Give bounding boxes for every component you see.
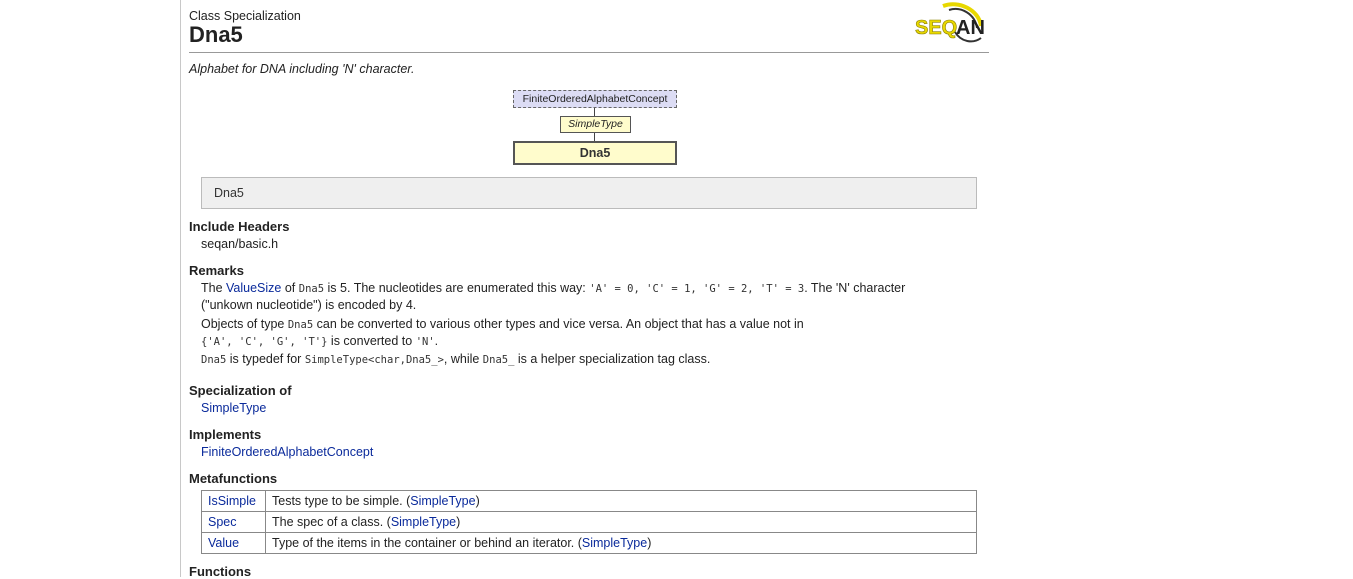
metafunction-name-cell: Value <box>201 532 266 554</box>
metafunctions-heading: Metafunctions <box>189 471 278 486</box>
inline-code: 'A' = 0, 'C' = 1, 'G' = 2, 'T' = 3 <box>589 283 805 295</box>
entity-kind: Class Specialization <box>189 9 301 23</box>
remarks-text: The <box>201 281 227 295</box>
remarks-text: ("unkown nucleotide") is encoded by 4. <box>201 298 417 312</box>
remarks-text: , while <box>443 352 483 366</box>
remarks-text: is 5. The nucleotides are enumerated thi… <box>324 281 590 295</box>
diagram-connector <box>594 108 595 116</box>
remarks-text: of <box>281 281 299 295</box>
metafunction-desc-end: ) <box>475 494 480 508</box>
metafunction-link-spec[interactable]: Spec <box>208 515 237 529</box>
concept-link[interactable]: FiniteOrderedAlphabetConcept <box>201 445 373 459</box>
diagram-self-box: Dna5 <box>513 141 677 165</box>
metafunction-link-value[interactable]: Value <box>208 536 239 550</box>
metafunction-name-cell: Spec <box>201 511 266 533</box>
simpletype-link[interactable]: SimpleType <box>201 401 266 415</box>
simpletype-link[interactable]: SimpleType <box>582 536 647 550</box>
table-row: IsSimple Tests type to be simple. (Simpl… <box>201 490 977 512</box>
table-row: Spec The spec of a class. (SimpleType) <box>201 511 977 533</box>
include-value: seqan/basic.h <box>201 237 279 251</box>
metafunction-name-cell: IsSimple <box>201 490 266 512</box>
simpletype-link[interactable]: SimpleType <box>391 515 456 529</box>
inline-code: 'N' <box>415 336 435 348</box>
metafunction-desc: Type of the items in the container or be… <box>272 536 582 550</box>
summary-text: Alphabet for DNA including 'N' character… <box>189 62 415 76</box>
remarks-text: can be converted to various other types … <box>313 317 804 331</box>
page-title: Dna5 <box>189 22 243 47</box>
metafunction-desc-end: ) <box>647 536 652 550</box>
page-header: Class Specialization Dna5 SEQ AN <box>189 0 989 53</box>
seqan-logo-mark: SEQ <box>915 17 957 39</box>
inheritance-diagram: FiniteOrderedAlphabetConcept SimpleType … <box>189 90 989 166</box>
metafunction-desc: The spec of a class. ( <box>272 515 391 529</box>
seqan-logo-mark-an: AN <box>956 17 985 39</box>
remarks-paragraph-1: The ValueSize of Dna5 is 5. The nucleoti… <box>201 280 981 313</box>
diagram-connector <box>594 133 595 141</box>
remarks-text: is a helper specialization tag class. <box>514 352 711 366</box>
remarks-text: is converted to <box>327 334 416 348</box>
diagram-parent-box[interactable]: SimpleType <box>560 116 631 133</box>
seqan-logo[interactable]: SEQ AN <box>915 2 987 46</box>
specialization-value: SimpleType <box>201 400 981 416</box>
remarks-heading: Remarks <box>189 263 244 278</box>
inline-code: Dna5 <box>287 319 314 331</box>
valuesize-link[interactable]: ValueSize <box>226 281 281 295</box>
metafunctions-table: IsSimple Tests type to be simple. (Simpl… <box>201 490 977 554</box>
metafunction-desc-end: ) <box>456 515 461 529</box>
remarks-paragraph-2: Objects of type Dna5 can be converted to… <box>201 316 981 350</box>
simpletype-link[interactable]: SimpleType <box>410 494 475 508</box>
metafunction-desc-cell: The spec of a class. (SimpleType) <box>265 511 977 533</box>
diagram-concept-box[interactable]: FiniteOrderedAlphabetConcept <box>513 90 677 108</box>
metafunction-desc: Tests type to be simple. ( <box>272 494 411 508</box>
inline-code: Dna5 <box>298 283 325 295</box>
page-content: Class Specialization Dna5 SEQ AN Alphabe… <box>189 0 989 579</box>
remarks-text: . The 'N' character <box>804 281 906 295</box>
table-row: Value Type of the items in the container… <box>201 532 977 554</box>
inline-code: {'A', 'C', 'G', 'T'} <box>201 336 328 348</box>
inline-code: Dna5 <box>201 354 227 366</box>
remarks-text: . <box>434 334 439 348</box>
include-heading: Include Headers <box>189 219 290 234</box>
implements-value: FiniteOrderedAlphabetConcept <box>201 444 981 460</box>
metafunction-desc-cell: Tests type to be simple. (SimpleType) <box>265 490 977 512</box>
specialization-heading: Specialization of <box>189 383 292 398</box>
signature-box: Dna5 <box>201 177 977 209</box>
remarks-paragraph-3: Dna5 is typedef for SimpleType<char,Dna5… <box>201 351 981 368</box>
inline-code: SimpleType<char,Dna5_> <box>304 354 444 366</box>
inline-code: Dna5_ <box>482 354 515 366</box>
remarks-text: Objects of type <box>201 317 288 331</box>
left-border <box>180 0 181 577</box>
implements-heading: Implements <box>189 427 262 442</box>
metafunction-link-issimple[interactable]: IsSimple <box>208 494 256 508</box>
metafunction-desc-cell: Type of the items in the container or be… <box>265 532 977 554</box>
remarks-text: is typedef for <box>226 352 305 366</box>
